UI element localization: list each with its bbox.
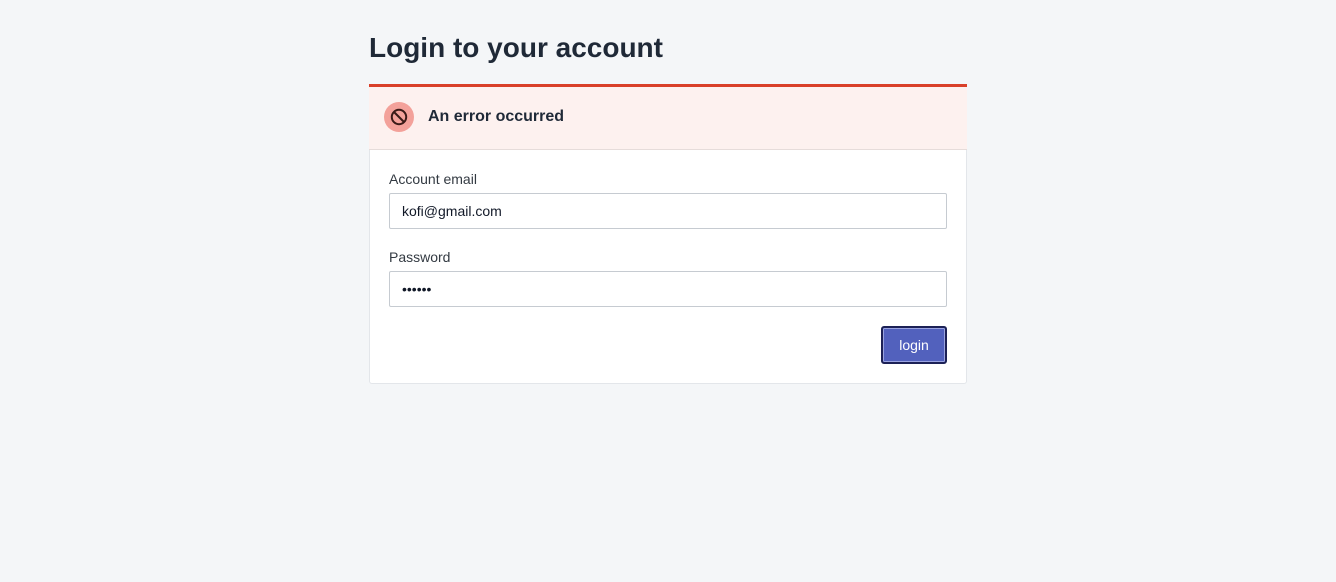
- login-container: Login to your account An error occurred …: [369, 0, 967, 384]
- login-form: Account email kofi@gmail.com Password ••…: [370, 150, 966, 383]
- email-label: Account email: [389, 171, 477, 187]
- password-label: Password: [389, 249, 451, 265]
- email-field-group: Account email kofi@gmail.com: [389, 171, 947, 229]
- login-button[interactable]: login: [881, 326, 947, 364]
- password-field[interactable]: ••••••: [389, 271, 947, 307]
- form-actions: login: [389, 326, 947, 364]
- password-field-group: Password ••••••: [389, 249, 947, 307]
- email-field[interactable]: kofi@gmail.com: [389, 193, 947, 229]
- page-title: Login to your account: [369, 32, 663, 63]
- prohibited-icon: [384, 101, 414, 132]
- error-message: An error occurred: [428, 107, 565, 125]
- error-alert: An error occurred: [369, 84, 967, 150]
- login-card: An error occurred Account email kofi@gma…: [369, 84, 967, 384]
